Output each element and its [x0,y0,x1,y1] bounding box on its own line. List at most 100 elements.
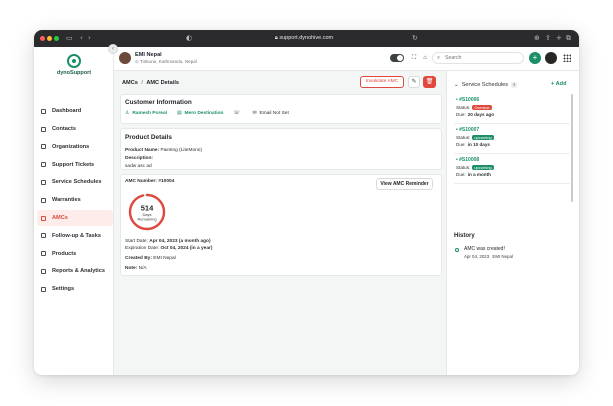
sidebar-item-label: Contacts [52,126,76,133]
grid-icon [41,108,46,114]
sidebar-item-settings[interactable]: Settings [37,281,113,298]
sidebar-item-label: Support Tickets [52,161,95,168]
download-icon[interactable]: ⊕ [534,34,540,42]
lock-icon: 🔒︎ [274,35,278,41]
note-value: N/A [138,266,147,271]
status-badge: upcoming [472,164,494,171]
edit-button[interactable]: ✎ [408,76,420,88]
user-location-text: Tinkune, Kathmandu, Nepal [140,59,197,64]
minimize-window-button[interactable] [47,36,52,41]
remaining-label: Remaining [137,217,156,222]
customer-info-row: ♙ Ramesh Poreal ▤ Mero Destination ☏ ✉ E… [125,111,289,116]
sidebar-item-label: Warranties [52,197,81,204]
history-entry-date: Apr 04, 2023 [464,254,490,259]
sidebar-item-contacts[interactable]: Contacts [37,121,113,138]
sidebar-item-organizations[interactable]: Organizations [37,139,113,156]
quick-add-button[interactable]: + [529,52,541,64]
tabs-overview-icon[interactable]: ⧉ [566,34,571,43]
schedule-due-label: Due: [456,171,466,177]
schedule-due-row: Due: in 10 days [456,142,570,147]
mail-icon: ✉ [252,111,257,116]
sidebar-item-dashboard[interactable]: Dashboard [37,103,113,120]
sidebar-item-support-tickets[interactable]: Support Tickets [37,156,113,173]
amc-number-row: AMC Number: #10004 [125,179,174,184]
back-icon[interactable]: ‹ [80,34,83,42]
schedule-item[interactable]: • #S10008 Status: upcoming Due: in a month [454,154,570,184]
schedule-due-row: Due: 20 days ago [456,112,570,117]
breadcrumb: AMCs / AMC Details [122,80,179,86]
expiration-date-label: Expiration Date: [125,246,160,251]
theme-toggle[interactable] [390,54,404,62]
service-schedules-title: Service Schedules [461,82,509,88]
delete-button[interactable]: 🗑︎ [423,76,436,88]
schedule-status-label: Status: [456,134,471,140]
maximize-window-button[interactable] [54,36,59,41]
expiration-date-row: Expiration Date: Oct 04, 2024 (in a year… [125,246,212,251]
note-label: Note: [125,266,138,271]
customer-name[interactable]: ♙ Ramesh Poreal [125,111,167,116]
sidebar-item-amcs[interactable]: AMCs [37,209,113,227]
close-window-button[interactable] [40,36,45,41]
share-icon[interactable]: ⇪ [545,34,551,42]
schedule-due-value: in a month [467,171,491,177]
reload-icon[interactable]: ↻ [412,34,418,42]
schedule-due-value: 20 days ago [467,111,495,117]
breadcrumb-separator: / [141,80,143,86]
sidebar-item-label: Service Schedules [52,179,102,186]
trash-icon: 🗑︎ [425,79,434,85]
sidebar-item-label: AMCs [52,215,68,222]
product-name-row: Product Name: Painting (LiteMono) [125,148,202,153]
fullscreen-icon[interactable]: ⛶ [409,53,419,63]
schedule-id[interactable]: • #S10006 [456,97,570,103]
apps-grid-icon[interactable] [563,54,571,62]
building-icon [41,144,46,150]
customer-email[interactable]: ✉ Email Not Set [252,111,288,116]
new-tab-icon[interactable]: + [556,34,562,42]
address-bar[interactable]: 🔒︎ support.dynohive.com [204,33,404,44]
schedule-list[interactable]: • #S10006 Status: Overdue Due: 20 days ago • … [454,94,570,204]
clock-icon [41,233,46,239]
avatar[interactable] [119,52,131,64]
search-input[interactable]: ⌕ Search [432,52,524,64]
schedule-status-row: Status: upcoming [456,164,570,171]
sidebar-item-follow-up-tasks[interactable]: Follow-up & Tasks [37,228,113,245]
forward-icon[interactable]: › [88,34,91,42]
user-location: ⊙ Tinkune, Kathmandu, Nepal [135,59,197,64]
profile-avatar[interactable] [545,52,557,64]
sidebar-item-warranties[interactable]: Warranties [37,192,113,209]
sidebar-toggle-icon[interactable]: ▭ [66,34,73,42]
schedule-id-text: #S10006 [459,97,480,103]
sidebar-item-label: Products [52,250,77,257]
top-bar: EMI Nepal ⊙ Tinkune, Kathmandu, Nepal ⛶ … [114,47,579,71]
customer-phone[interactable]: ☏ [233,111,242,116]
customer-organization-text: Mero Destination [184,111,224,116]
service-schedules-header[interactable]: ⌄ Service Schedules 4 [454,82,518,88]
amc-card: AMC Number: #10004 View AMC Reminder 514… [120,174,442,276]
pencil-icon: ✎ [411,79,417,85]
sidebar-item-service-schedules[interactable]: Service Schedules [37,174,113,191]
start-date-row: Start Date: Apr 04, 2023 (a month ago) [125,239,211,244]
schedule-item[interactable]: • #S10007 Status: upcoming Due: in 10 days [454,124,570,154]
logo[interactable]: dynoSupport [54,54,94,76]
document-icon [41,215,46,221]
add-schedule-button[interactable]: + Add [551,81,567,87]
sidebar-item-products[interactable]: Products [37,245,113,262]
schedule-id-text: #S10007 [459,127,480,133]
schedule-item[interactable]: • #S10006 Status: Overdue Due: 20 days ago [454,94,570,124]
building-icon: ▤ [176,111,182,116]
view-amc-reminder-button[interactable]: View AMC Reminder [376,178,433,190]
invalidate-amc-button[interactable]: Invalidate AMC [360,76,404,88]
breadcrumb-amcs-link[interactable]: AMCs [122,80,138,86]
phone-icon: ☏ [233,111,240,116]
history-entry-meta: Apr 04, 2023 EMI Nepal [464,254,513,259]
schedule-id[interactable]: • #S10007 [456,127,570,133]
chart-icon [41,268,46,274]
customer-organization[interactable]: ▤ Mero Destination [177,111,223,116]
collapse-sidebar-button[interactable]: ‹ [108,44,118,54]
home-icon[interactable]: ⌂ [420,53,430,63]
schedule-list-scrollbar[interactable] [571,94,573,202]
sidebar-item-reports-analytics[interactable]: Reports & Analytics [37,263,113,280]
privacy-shield-icon[interactable]: ◐ [186,34,192,42]
schedule-id[interactable]: • #S10008 [456,157,570,163]
sidebar-item-label: Follow-up & Tasks [52,232,101,239]
